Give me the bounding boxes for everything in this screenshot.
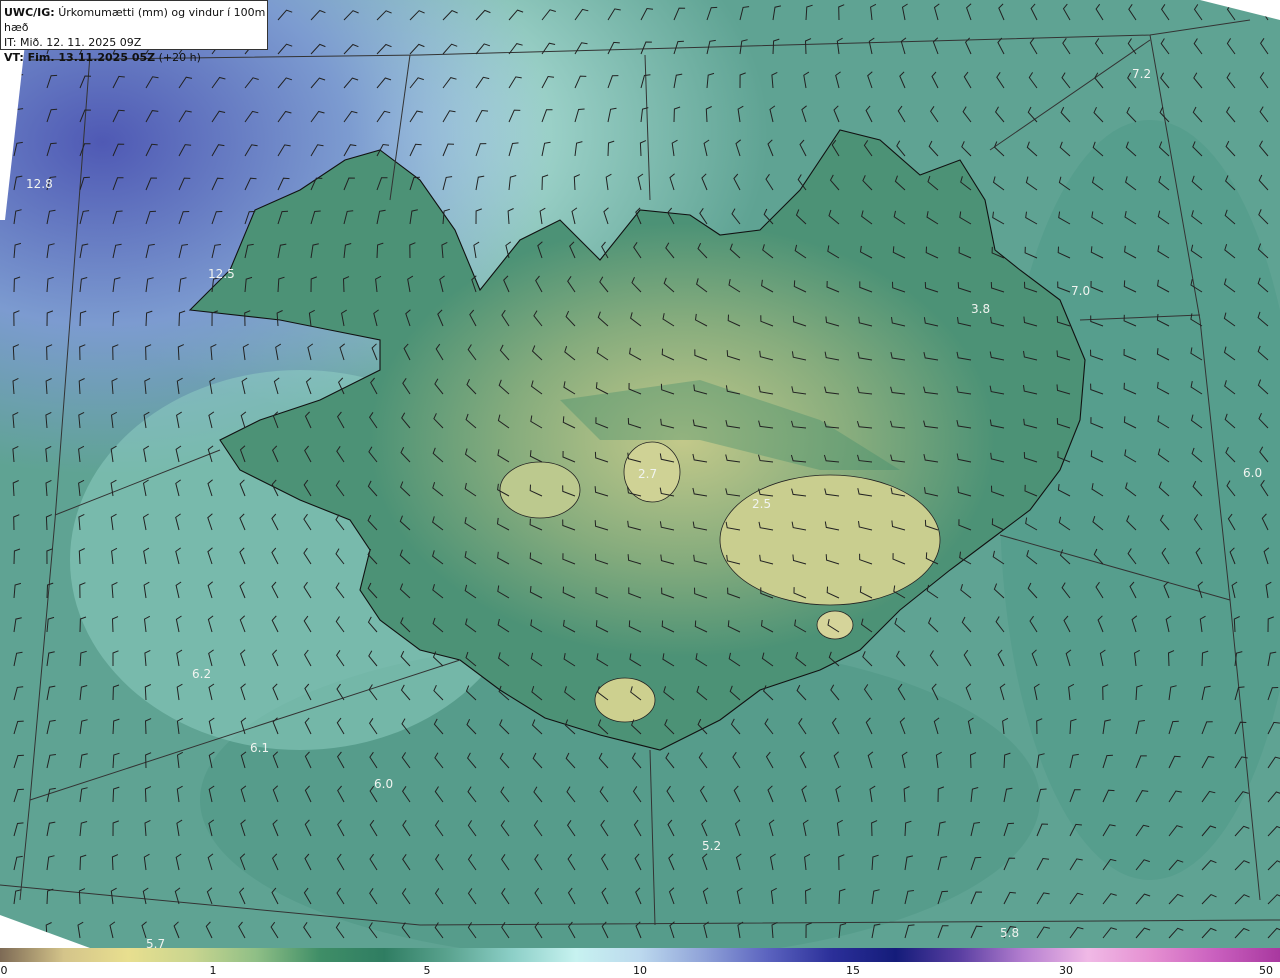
scale-tick: 30	[1059, 964, 1073, 977]
scale-tick: 50	[1259, 964, 1273, 977]
value-label: 6.0	[1243, 466, 1262, 480]
lead-time: (+20 h)	[158, 51, 201, 64]
valid-time-value: VT: Fim. 13.11.2025 05Z	[4, 51, 156, 64]
scale-tick: 15	[846, 964, 860, 977]
value-label: 7.2	[1132, 67, 1151, 81]
value-label: 6.2	[192, 667, 211, 681]
color-scale-bar	[0, 948, 1280, 962]
scale-tick: 1	[209, 964, 217, 977]
value-label: 3.8	[971, 302, 990, 316]
valid-time: VT: Fim. 13.11.2025 05Z (+20 h)	[4, 50, 267, 65]
color-scale: 0 1 5 10 15 30 50	[0, 948, 1280, 978]
precipitation-map: 12.8 12.5 7.2 7.0 3.8 6.0 2.7 2.5 6.2 6.…	[0, 0, 1280, 948]
value-label: 2.5	[752, 497, 771, 511]
value-label: 5.8	[1000, 926, 1019, 940]
scale-tick: 5	[423, 964, 431, 977]
model-name: UWC/IG:	[4, 6, 55, 19]
map-canvas: 12.8 12.5 7.2 7.0 3.8 6.0 2.7 2.5 6.2 6.…	[0, 0, 1280, 948]
value-label: 5.2	[702, 839, 721, 853]
forecast-info-box: UWC/IG: Úrkomumætti (mm) og vindur í 100…	[0, 0, 268, 64]
issue-time: IT: Mið. 12. 11. 2025 09Z	[4, 36, 142, 49]
value-label: 12.5	[208, 267, 235, 281]
value-label: 7.0	[1071, 284, 1090, 298]
value-label: 6.1	[250, 741, 269, 755]
value-label: 5.7	[146, 937, 165, 948]
scale-tick: 0	[0, 964, 8, 977]
product-title: UWC/IG: Úrkomumætti (mm) og vindur í 100…	[4, 5, 267, 35]
value-label: 12.8	[26, 177, 53, 191]
value-label: 2.7	[638, 467, 657, 481]
value-label: 6.0	[374, 777, 393, 791]
scale-tick: 10	[633, 964, 647, 977]
